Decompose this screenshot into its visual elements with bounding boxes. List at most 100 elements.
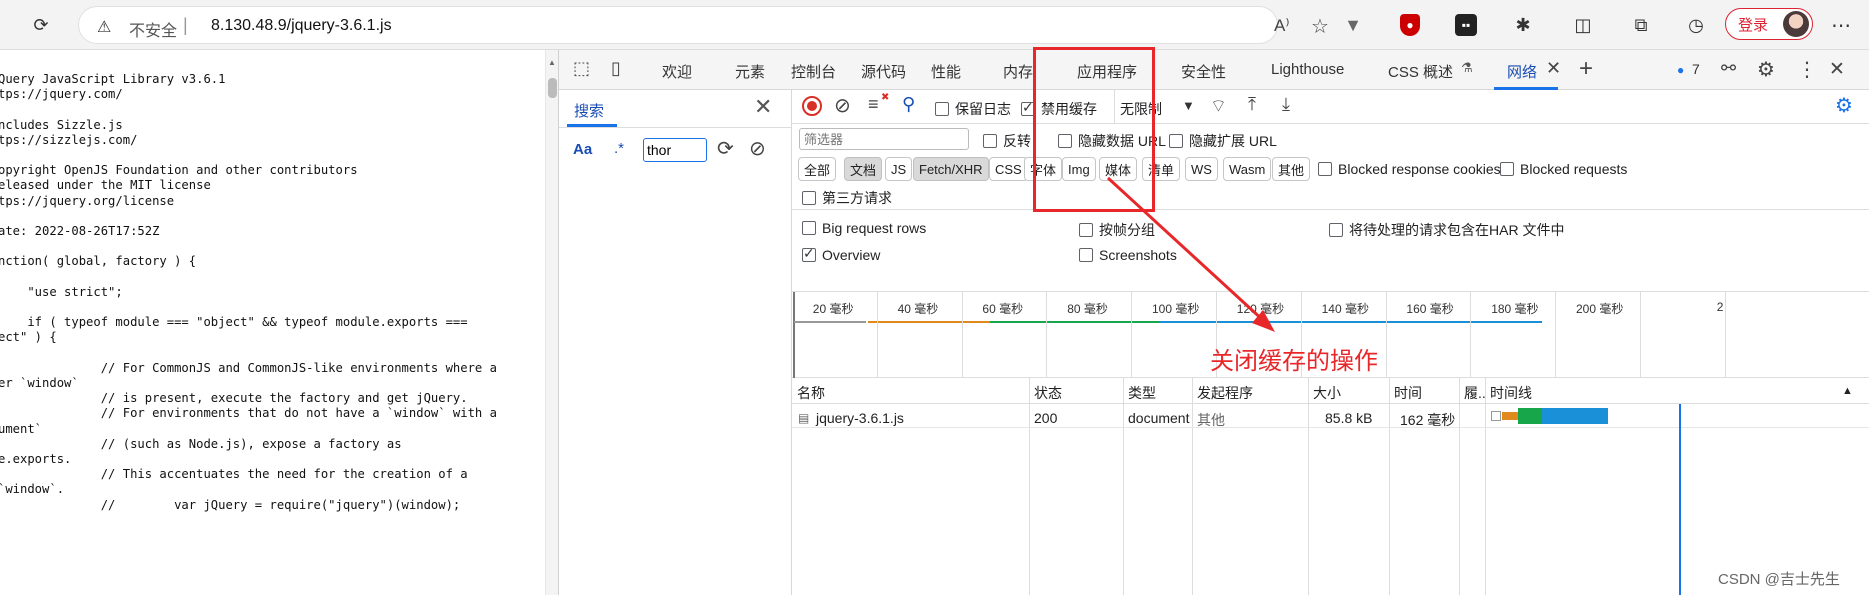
- clear-search-icon[interactable]: ⊘: [749, 136, 766, 161]
- invert-option[interactable]: 反转: [983, 131, 1031, 151]
- close-search-icon[interactable]: ✕: [754, 94, 772, 120]
- tab-sources[interactable]: 源代码: [861, 61, 906, 82]
- tab-security[interactable]: 安全性: [1181, 61, 1226, 82]
- customize-icon[interactable]: ⚯: [1721, 58, 1736, 79]
- device-toolbar-icon[interactable]: ▯: [611, 58, 621, 79]
- col-type[interactable]: 类型: [1128, 383, 1156, 403]
- tab-memory[interactable]: 内存: [1003, 61, 1033, 82]
- ublock-icon[interactable]: ●: [1400, 14, 1420, 36]
- record-icon[interactable]: [802, 96, 822, 116]
- tab-css-overview[interactable]: CSS 概述: [1388, 61, 1453, 82]
- code-line: e.exports.: [0, 452, 72, 466]
- big-rows-option[interactable]: Big request rows: [802, 220, 926, 236]
- har-pending-option[interactable]: 将待处理的请求包含在HAR 文件中: [1329, 220, 1564, 240]
- scroll-thumb[interactable]: [548, 78, 557, 98]
- collections-icon[interactable]: ⧉: [1628, 12, 1654, 38]
- overview-bar-waiting: [794, 321, 866, 323]
- regex-toggle[interactable]: .*: [614, 140, 624, 157]
- search-network-icon[interactable]: ⚲: [902, 94, 915, 115]
- import-har-icon[interactable]: ⤒: [1248, 94, 1256, 115]
- close-devtools-icon[interactable]: ✕: [1829, 58, 1845, 81]
- blocked-requests-checkbox[interactable]: [1500, 162, 1514, 176]
- tab-lighthouse[interactable]: Lighthouse: [1271, 61, 1344, 78]
- big-rows-checkbox[interactable]: [802, 221, 816, 235]
- history-icon[interactable]: ◷: [1683, 12, 1709, 38]
- overview-checkbox[interactable]: [802, 245, 816, 262]
- hide-ext-url-checkbox[interactable]: [1169, 134, 1183, 148]
- issues-count[interactable]: 7: [1692, 61, 1700, 77]
- type-fetch-xhr[interactable]: Fetch/XHR: [913, 157, 989, 181]
- requests-table-header: 名称 状态 类型 发起程序 大小 时间 履.. 时间线 ▲: [792, 378, 1869, 404]
- invert-checkbox[interactable]: [983, 134, 997, 148]
- tab-elements[interactable]: 元素: [735, 61, 765, 82]
- har-pending-checkbox[interactable]: [1329, 223, 1343, 237]
- filter-input[interactable]: [799, 128, 969, 150]
- tab-welcome[interactable]: 欢迎: [662, 61, 692, 82]
- type-js[interactable]: JS: [885, 157, 913, 181]
- search-input[interactable]: [643, 138, 707, 162]
- col-name[interactable]: 名称: [797, 383, 825, 403]
- extensions-puzzle-icon[interactable]: ✱: [1510, 12, 1536, 38]
- network-settings-icon[interactable]: ⚙: [1835, 93, 1853, 118]
- close-tab-icon[interactable]: ✕: [1546, 58, 1561, 79]
- inspect-element-icon[interactable]: ⬚: [573, 58, 590, 79]
- overview-tick-label: 20 毫秒: [812, 302, 854, 316]
- row-name[interactable]: jquery-3.6.1.js: [816, 410, 904, 426]
- add-tab-icon[interactable]: +: [1579, 55, 1593, 83]
- filter-active-icon: ✖: [881, 92, 890, 103]
- tab-console[interactable]: 控制台: [791, 61, 836, 82]
- export-har-icon[interactable]: ⤓: [1282, 94, 1290, 115]
- read-aloud-icon[interactable]: A⁾: [1274, 16, 1290, 36]
- issues-icon[interactable]: ●: [1677, 63, 1684, 77]
- kebab-menu-icon[interactable]: ⋮: [1797, 57, 1817, 82]
- favorite-star-icon[interactable]: ☆: [1311, 14, 1329, 39]
- blocked-cookies-checkbox[interactable]: [1318, 162, 1332, 176]
- type-doc[interactable]: 文档: [844, 157, 883, 181]
- extension-v-icon[interactable]: ▼: [1340, 12, 1366, 38]
- col-waterfall[interactable]: 时间线: [1490, 383, 1532, 403]
- search-title[interactable]: 搜索: [574, 100, 604, 121]
- overview-tick-label: 200 毫秒: [1576, 302, 1624, 316]
- address-separator: |: [183, 15, 188, 35]
- third-party-option[interactable]: 第三方请求: [802, 188, 892, 208]
- avatar[interactable]: [1783, 11, 1809, 37]
- blocked-cookies-option[interactable]: Blocked response cookies: [1318, 161, 1501, 177]
- insecure-label: 不安全: [129, 23, 178, 40]
- reload-icon[interactable]: ⟳: [28, 12, 54, 38]
- more-menu-icon[interactable]: ⋯: [1828, 12, 1854, 38]
- resource-type-filters: 全部 文档 JS Fetch/XHR CSS 字体 Img 媒体 清单 WS W…: [792, 157, 1869, 183]
- col-size[interactable]: 大小: [1313, 383, 1341, 403]
- code-scrollbar[interactable]: ▲: [545, 50, 558, 595]
- scroll-up-icon[interactable]: ▲: [548, 58, 556, 67]
- address-bar[interactable]: ⚠ 不安全 | 8.130.48.9/jquery-3.6.1.js A⁾ ☆: [78, 6, 1329, 44]
- overview-option[interactable]: Overview: [802, 245, 880, 263]
- big-rows-label: Big request rows: [822, 220, 927, 236]
- clear-log-icon[interactable]: ⊘: [834, 93, 851, 118]
- third-party-checkbox[interactable]: [802, 191, 816, 205]
- extension-dark-icon[interactable]: ▪▪: [1455, 14, 1477, 36]
- type-all[interactable]: 全部: [798, 157, 837, 181]
- col-time[interactable]: 时间: [1394, 383, 1422, 403]
- filter-icon[interactable]: ≡: [868, 94, 879, 115]
- type-css[interactable]: CSS: [989, 157, 1028, 181]
- preserve-log-option[interactable]: 保留日志: [935, 99, 1011, 119]
- preserve-log-checkbox[interactable]: [935, 102, 949, 116]
- tab-network[interactable]: 网络: [1507, 61, 1537, 82]
- group-by-frame-checkbox[interactable]: [1079, 223, 1093, 237]
- sort-ascending-icon[interactable]: ▲: [1842, 385, 1853, 397]
- col-initiator[interactable]: 发起程序: [1197, 383, 1253, 403]
- col-fulfilled[interactable]: 履..: [1464, 383, 1486, 403]
- settings-gear-icon[interactable]: ⚙: [1757, 57, 1775, 82]
- hide-ext-url-option[interactable]: 隐藏扩展 URL: [1169, 131, 1277, 151]
- refresh-search-icon[interactable]: ⟳: [717, 136, 734, 161]
- split-screen-icon[interactable]: ◫: [1570, 12, 1596, 38]
- tab-performance[interactable]: 性能: [931, 61, 961, 82]
- throttle-dropdown-icon[interactable]: ▼: [1182, 98, 1195, 113]
- screenshot-root: ⟳ ⚠ 不安全 | 8.130.48.9/jquery-3.6.1.js A⁾ …: [0, 0, 1869, 595]
- match-case-toggle[interactable]: Aa: [573, 141, 592, 158]
- url-text[interactable]: 8.130.48.9/jquery-3.6.1.js: [211, 17, 392, 35]
- col-status[interactable]: 状态: [1034, 383, 1062, 403]
- screenshots-checkbox[interactable]: [1079, 248, 1093, 262]
- network-conditions-icon[interactable]: ⌔: [1210, 95, 1227, 118]
- blocked-requests-option[interactable]: Blocked requests: [1500, 161, 1627, 177]
